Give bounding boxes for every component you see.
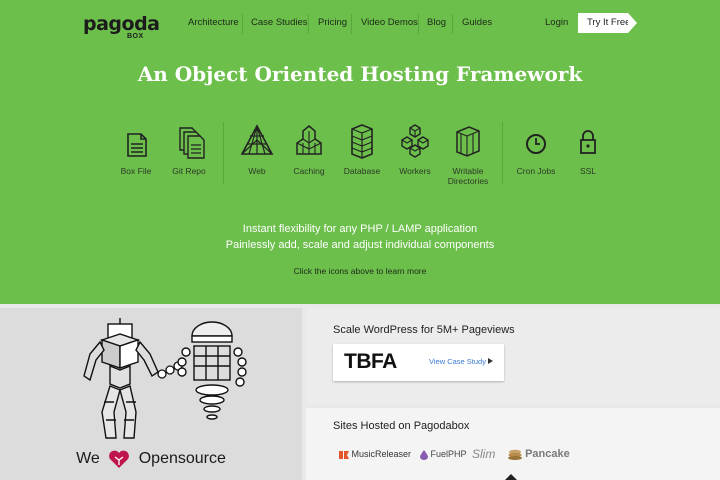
web-icon — [240, 124, 274, 155]
hosted-sites-panel — [306, 408, 720, 480]
feature-cron-jobs[interactable]: Cron Jobs — [506, 120, 566, 176]
workers-icon — [401, 124, 429, 158]
robots-illustration — [83, 318, 247, 439]
feature-icons-row: Box File Git Repo Web Caching Database W… — [0, 120, 720, 190]
logo-wordmark: pagoda — [83, 13, 160, 35]
feature-ssl[interactable]: SSL — [558, 120, 618, 176]
nav-architecture[interactable]: Architecture — [188, 17, 239, 28]
opensource-text: Opensource — [138, 450, 226, 467]
tagline-flexibility: Instant flexibility for any PHP / LAMP a… — [242, 223, 478, 235]
case-study-card[interactable]: TBFA View Case Study — [333, 344, 504, 381]
client-logo-tbfa: TBFA — [344, 350, 397, 373]
client-name: MusicReleaser — [351, 449, 412, 459]
feature-label: Database — [343, 166, 381, 176]
feature-label: Web — [248, 166, 266, 176]
nav-video-demos[interactable]: Video Demos — [361, 17, 418, 28]
musicreleaser-icon — [339, 450, 349, 459]
nav-pricing[interactable]: Pricing — [318, 17, 347, 28]
pagoda-box-logo[interactable]: pagoda BOX — [83, 13, 160, 40]
logo-sub: BOX — [127, 33, 144, 40]
box-file-icon — [127, 133, 147, 157]
client-pancake[interactable]: Pancake — [508, 448, 570, 460]
tagline-scale: Painlessly add, scale and adjust individ… — [225, 239, 495, 251]
client-name: Pancake — [525, 448, 570, 460]
database-icon — [351, 124, 373, 159]
icons-hint: Click the icons above to learn more — [293, 266, 427, 276]
we-love-opensource: We Opensource — [0, 449, 302, 469]
we-text: We — [76, 450, 100, 467]
fuel-drop-icon — [420, 449, 428, 460]
feature-label: Workers — [399, 166, 431, 176]
feature-box-file[interactable]: Box File — [106, 120, 166, 176]
pointer-triangle-icon — [505, 474, 517, 480]
try-it-free-button[interactable]: Try It Free — [578, 13, 637, 33]
feature-git-repo[interactable]: Git Repo — [159, 120, 219, 176]
hero-headline: An Object Oriented Hosting Framework — [137, 62, 583, 86]
nav-divider — [351, 14, 352, 34]
feature-workers[interactable]: Workers — [385, 120, 445, 176]
feature-web[interactable]: Web — [227, 120, 287, 176]
feature-writable-directories[interactable]: Writable Directories — [438, 120, 498, 186]
nav-case-studies[interactable]: Case Studies — [251, 17, 308, 28]
feature-label: SSL — [579, 166, 597, 176]
nav-blog[interactable]: Blog — [427, 17, 446, 28]
login-link[interactable]: Login — [545, 17, 568, 28]
hero-section: pagoda BOX Architecture Case Studies Pri… — [0, 0, 720, 304]
pancake-icon — [508, 449, 522, 460]
feature-label: Cron Jobs — [516, 166, 556, 176]
nav-divider — [452, 14, 453, 34]
hosted-sites-title: Sites Hosted on Pagodabox — [333, 420, 470, 432]
feature-group-divider — [502, 122, 503, 184]
clock-icon — [526, 134, 546, 154]
git-repo-icon — [179, 127, 205, 159]
feature-label: Caching — [293, 166, 325, 176]
client-musicreleaser[interactable]: MusicReleaser — [339, 449, 411, 459]
play-arrow-icon — [488, 358, 493, 364]
feature-database[interactable]: Database — [332, 120, 392, 176]
client-slim[interactable]: Slim — [472, 447, 495, 461]
caching-icon — [296, 125, 322, 155]
feature-label: Git Repo — [172, 166, 206, 176]
feature-label: Writable Directories — [447, 166, 489, 186]
heart-icon — [109, 450, 130, 468]
lock-icon — [580, 130, 596, 154]
case-study-title: Scale WordPress for 5M+ Pageviews — [333, 324, 515, 336]
view-case-study-link[interactable]: View Case Study — [429, 357, 486, 366]
feature-caching[interactable]: Caching — [279, 120, 339, 176]
client-fuelphp[interactable]: FuelPHP — [420, 449, 467, 460]
nav-divider — [308, 14, 309, 34]
feature-group-divider — [223, 122, 224, 184]
feature-label: Box File — [120, 166, 152, 176]
nav-divider — [242, 14, 243, 34]
nav-divider — [418, 14, 419, 34]
nav-guides[interactable]: Guides — [462, 17, 492, 28]
client-name: FuelPHP — [430, 449, 467, 459]
writable-directories-icon — [456, 126, 480, 157]
